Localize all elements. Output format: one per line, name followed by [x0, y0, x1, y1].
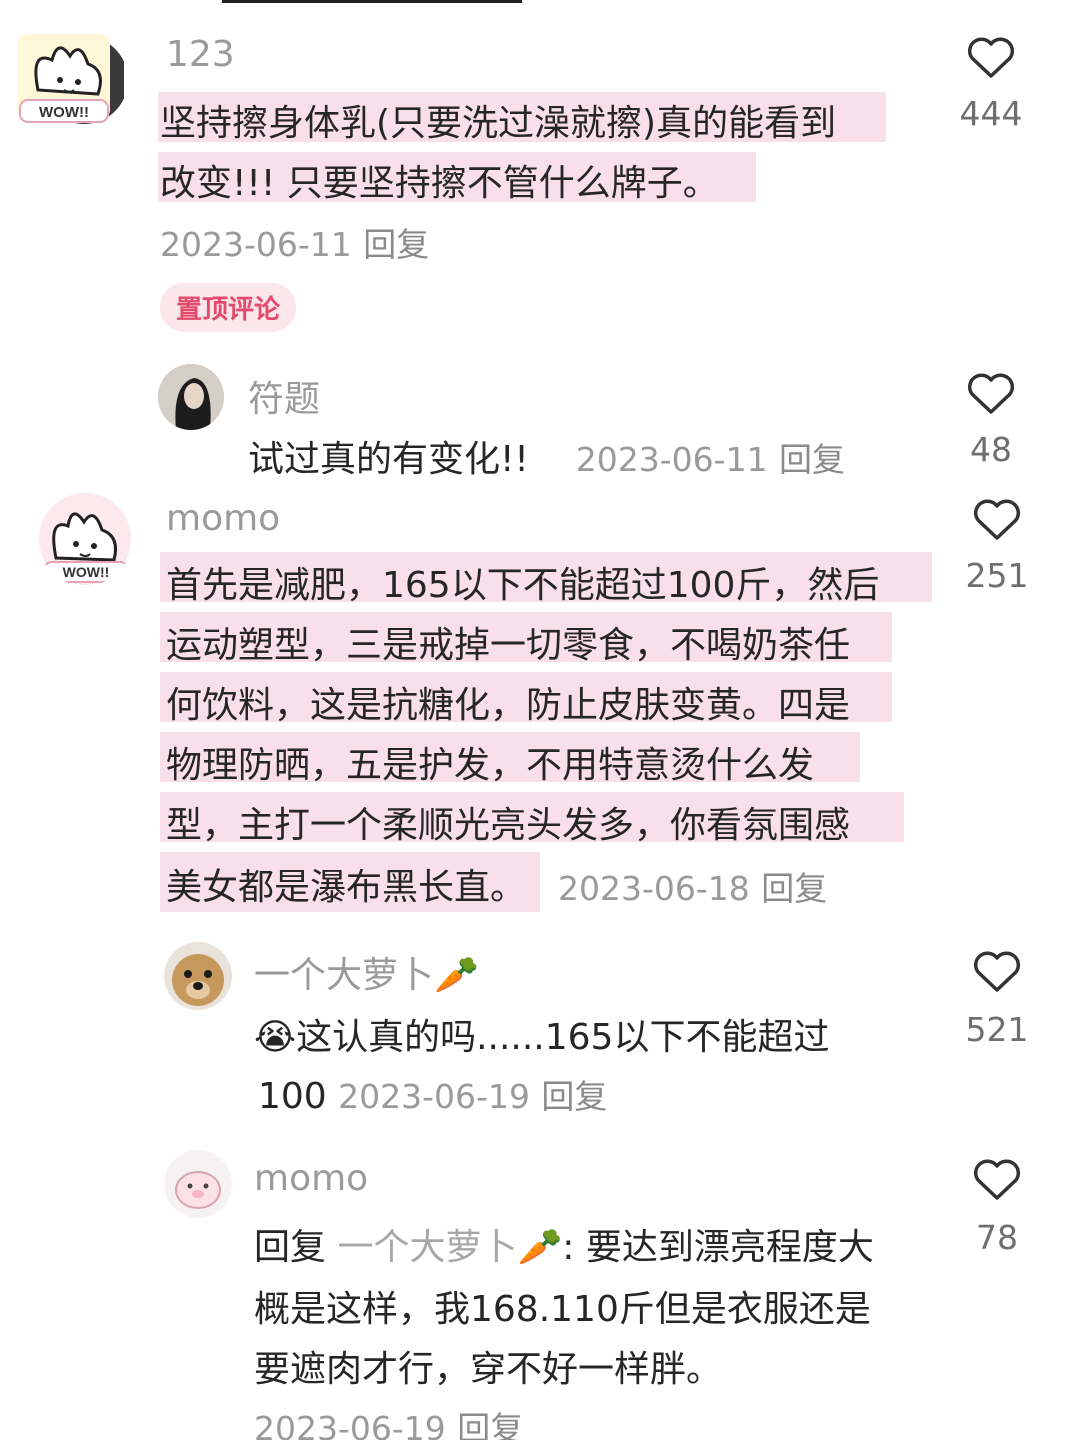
- comment-text: 试过真的有变化!!: [248, 439, 529, 480]
- top-divider: [222, 0, 522, 3]
- comment-text: : 要达到漂亮程度大: [562, 1227, 874, 1268]
- heart-icon[interactable]: [966, 34, 1016, 80]
- like-count: 251: [965, 556, 1029, 595]
- comment-line: 100 2023-06-19 回复: [258, 1070, 607, 1118]
- comment-text-line: 😭这认真的吗......165以下不能超过: [254, 1017, 830, 1058]
- like-count: 78: [976, 1218, 1018, 1257]
- avatar[interactable]: [158, 364, 224, 430]
- comment-text-line: 改变!!! 只要坚持擦不管什么牌子。: [160, 163, 719, 204]
- comment-text-line: 运动塑型，三是戒掉一切零食，不喝奶茶任: [166, 625, 851, 666]
- dog-photo: [164, 942, 232, 1010]
- heart-icon[interactable]: [972, 948, 1022, 994]
- reply-button[interactable]: 回复: [779, 440, 845, 479]
- like-count: 521: [965, 1010, 1029, 1049]
- comment-date: 2023-06-19: [338, 1077, 530, 1116]
- avatar[interactable]: [164, 942, 232, 1010]
- cartoon-pig-icon: [164, 1150, 232, 1218]
- pinned-badge: 置顶评论: [160, 283, 297, 332]
- avatar[interactable]: WOW!!: [38, 492, 132, 586]
- avatar[interactable]: [164, 1150, 232, 1218]
- comment-text-line: 何饮料，这是抗糖化，防止皮肤变黄。四是: [166, 685, 851, 726]
- reply-to-username[interactable]: 一个大萝卜🥕: [337, 1227, 562, 1268]
- comment-text-line: 物理防晒，五是护发，不用特意烫什么发: [166, 745, 815, 786]
- comment-username[interactable]: 123: [166, 34, 235, 75]
- comment-text-line: 概是这样，我168.110斤但是衣服还是: [254, 1289, 871, 1330]
- comment-text-line: 首先是减肥，165以下不能超过100斤，然后: [166, 565, 880, 606]
- comment-username[interactable]: 一个大萝卜🥕: [254, 946, 479, 998]
- reply-button[interactable]: 回复: [363, 225, 429, 264]
- svg-text:WOW!!: WOW!!: [63, 564, 110, 580]
- comment-line: 试过真的有变化!! 2023-06-11 回复: [248, 430, 845, 482]
- heart-icon[interactable]: [972, 496, 1022, 542]
- comment-text-line: 要遮肉才行，穿不好一样胖。: [254, 1349, 723, 1390]
- like-count: 444: [959, 94, 1023, 133]
- comment-line: 回复 一个大萝卜🥕: 要达到漂亮程度大: [254, 1218, 874, 1270]
- comment-date: 2023-06-11: [160, 225, 352, 264]
- reply-button[interactable]: 回复: [457, 1409, 523, 1440]
- heart-icon[interactable]: [966, 370, 1016, 416]
- comment-text-line: 型，主打一个柔顺光亮头发多，你看氛围感: [166, 805, 851, 846]
- comment-meta: 2023-06-18 回复: [558, 862, 827, 910]
- comment-username[interactable]: momo: [166, 498, 280, 539]
- bunny-sticker-icon: WOW!!: [39, 493, 131, 585]
- comment-username[interactable]: momo: [254, 1158, 368, 1199]
- avatar[interactable]: WOW!!: [18, 30, 124, 126]
- comment-meta: 2023-06-11 回复: [160, 218, 429, 266]
- svg-text:WOW!!: WOW!!: [39, 104, 89, 121]
- like-count: 48: [970, 430, 1012, 469]
- heart-icon[interactable]: [972, 1156, 1022, 1202]
- comment-date: 2023-06-18: [558, 869, 750, 908]
- reply-button[interactable]: 回复: [761, 869, 827, 908]
- reply-prefix: 回复: [254, 1227, 327, 1268]
- comment-meta: 2023-06-19 回复: [254, 1402, 523, 1440]
- comment-date: 2023-06-19: [254, 1409, 446, 1440]
- portrait-photo: [158, 364, 224, 430]
- comment-text-line: 美女都是瀑布黑长直。: [166, 867, 527, 908]
- reply-button[interactable]: 回复: [541, 1077, 607, 1116]
- comment-text-line: 坚持擦身体乳(只要洗过澡就擦)真的能看到: [160, 103, 837, 144]
- comment-date: 2023-06-11: [575, 440, 768, 479]
- comment-text: 100: [258, 1076, 327, 1117]
- comment-username[interactable]: 符题: [248, 370, 320, 422]
- bunny-sticker-icon: WOW!!: [18, 34, 124, 124]
